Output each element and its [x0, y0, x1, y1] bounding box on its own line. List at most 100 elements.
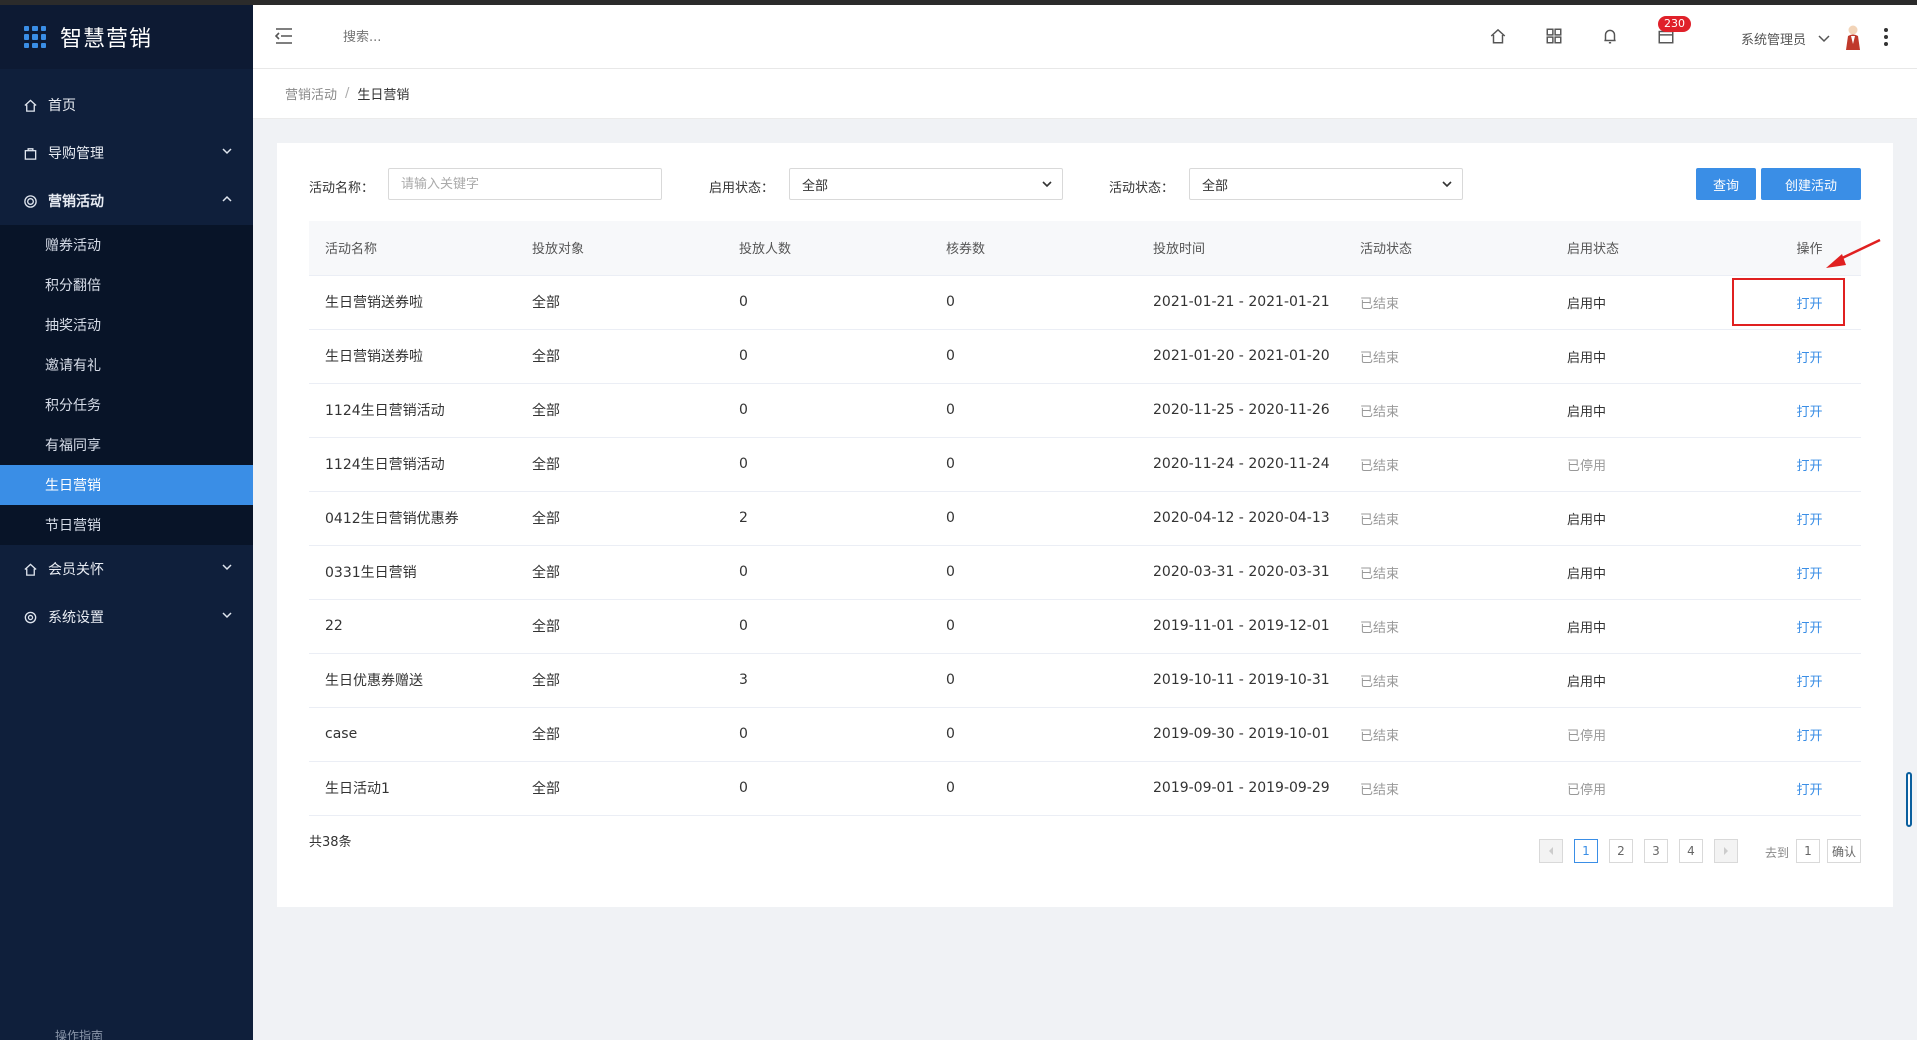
cell-verified: 0	[930, 275, 1137, 330]
create-activity-button[interactable]: 创建活动	[1761, 168, 1861, 200]
page-button[interactable]: 3	[1644, 839, 1668, 863]
cell-action: 打开	[1758, 761, 1861, 816]
sidebar-item-member-care[interactable]: 会员关怀	[0, 545, 253, 593]
page-button[interactable]: 4	[1679, 839, 1703, 863]
cell-action: 打开	[1758, 653, 1861, 708]
cell-verified: 0	[930, 437, 1137, 492]
avatar[interactable]	[1843, 24, 1863, 50]
sidebar-subitem[interactable]: 节日营销	[0, 505, 253, 545]
cell-status: 已结束	[1344, 275, 1551, 330]
activity-status-select[interactable]: 全部	[1189, 168, 1463, 200]
target-icon	[22, 193, 38, 209]
goto-confirm-button[interactable]: 确认	[1827, 839, 1861, 863]
menu-fold-icon[interactable]	[274, 27, 295, 49]
open-link[interactable]: 打开	[1796, 729, 1822, 744]
cell-action: 打开	[1758, 545, 1861, 600]
sidebar-subitem[interactable]: 积分翻倍	[0, 265, 253, 305]
cell-name: 生日优惠券赠送	[309, 653, 516, 708]
cell-enabled: 启用中	[1551, 653, 1758, 708]
sidebar-subitem[interactable]: 赠券活动	[0, 225, 253, 265]
sidebar-subitem[interactable]: 邀请有礼	[0, 345, 253, 385]
sidebar-item-settings[interactable]: 系统设置	[0, 593, 253, 641]
open-link[interactable]: 打开	[1796, 621, 1822, 636]
cell-name: 0331生日营销	[309, 545, 516, 600]
prev-page-button[interactable]	[1539, 839, 1563, 863]
cell-name: 1124生日营销活动	[309, 383, 516, 438]
cell-enabled: 启用中	[1551, 599, 1758, 654]
chevron-down-icon	[221, 561, 233, 577]
brand[interactable]: 智慧营销	[0, 5, 253, 69]
scrollbar-thumb[interactable]	[1906, 772, 1912, 827]
cell-target: 全部	[516, 437, 723, 492]
query-button[interactable]: 查询	[1696, 168, 1756, 200]
grid-logo-icon	[24, 26, 46, 48]
open-link[interactable]: 打开	[1796, 351, 1822, 366]
filter-label: 活动状态：	[1109, 181, 1175, 196]
table-header-row: 活动名称 投放对象 投放人数 核券数 投放时间 活动状态 启用状态 操作	[309, 221, 1861, 276]
page-button[interactable]: 2	[1609, 839, 1633, 863]
table-row: 生日优惠券赠送 全部 3 0 2019-10-11 - 2019-10-31 已结束 启用中…	[309, 653, 1861, 708]
sidebar: 智慧营销 首页 导购管理 营销活动 赠券活动 积分翻倍 抽奖活动 邀请有礼 积分…	[0, 5, 253, 1040]
next-page-button[interactable]	[1714, 839, 1738, 863]
cell-action: 打开	[1758, 383, 1861, 438]
cell-name: 生日营销送券啦	[309, 329, 516, 384]
cell-enabled: 启用中	[1551, 383, 1758, 438]
open-link[interactable]: 打开	[1796, 675, 1822, 690]
chevron-up-icon	[221, 193, 233, 209]
table-row: 0331生日营销 全部 0 0 2020-03-31 - 2020-03-31 已结束 启用…	[309, 545, 1861, 600]
table-row: 生日营销送券啦 全部 0 0 2021-01-21 - 2021-01-21 已结束 启用中…	[309, 275, 1861, 330]
sidebar-item-guide[interactable]: 导购管理	[0, 129, 253, 177]
sidebar-item-label: 系统设置	[48, 610, 104, 626]
cell-enabled: 启用中	[1551, 545, 1758, 600]
cell-verified: 0	[930, 707, 1137, 762]
goto-page-input[interactable]: 1	[1796, 839, 1820, 863]
cell-target: 全部	[516, 491, 723, 546]
chevron-down-icon[interactable]	[1818, 32, 1830, 48]
bell-icon[interactable]	[1601, 27, 1621, 47]
open-link[interactable]: 打开	[1796, 513, 1822, 528]
activity-name-input[interactable]	[388, 168, 662, 200]
column-header: 投放时间	[1137, 221, 1344, 276]
cell-verified: 0	[930, 653, 1137, 708]
breadcrumb-separator: /	[345, 86, 350, 101]
sidebar-item-marketing[interactable]: 营销活动	[0, 177, 253, 225]
enable-status-select[interactable]: 全部	[789, 168, 1063, 200]
sidebar-subitem[interactable]: 抽奖活动	[0, 305, 253, 345]
cell-action: 打开	[1758, 599, 1861, 654]
sidebar-subitem[interactable]: 有福同享	[0, 425, 253, 465]
chevron-down-icon	[1042, 177, 1052, 192]
cell-action: 打开	[1758, 491, 1861, 546]
apps-grid-icon[interactable]	[1545, 27, 1565, 47]
cell-time: 2020-11-24 - 2020-11-24	[1137, 437, 1344, 492]
filter-label: 活动名称：	[309, 181, 375, 196]
cell-verified: 0	[930, 599, 1137, 654]
sidebar-item-label: 首页	[48, 98, 76, 114]
cell-name: 0412生日营销优惠券	[309, 491, 516, 546]
home-icon[interactable]	[1489, 27, 1509, 47]
cell-status: 已结束	[1344, 761, 1551, 816]
sidebar-item-home[interactable]: 首页	[0, 81, 253, 129]
column-header: 活动状态	[1344, 221, 1551, 276]
sidebar-item-label: 会员关怀	[48, 562, 104, 578]
sidebar-subitem-active[interactable]: 生日营销	[0, 465, 253, 505]
help-link[interactable]: 操作指南	[55, 1027, 103, 1040]
breadcrumb-parent[interactable]: 营销活动	[285, 84, 337, 103]
chevron-left-icon	[1549, 847, 1553, 855]
open-link[interactable]: 打开	[1796, 405, 1822, 420]
sidebar-subitem[interactable]: 积分任务	[0, 385, 253, 425]
open-link[interactable]: 打开	[1796, 459, 1822, 474]
more-vertical-icon[interactable]	[1883, 27, 1889, 47]
open-link[interactable]: 打开	[1796, 567, 1822, 582]
bag-icon	[22, 145, 38, 161]
cell-count: 0	[723, 707, 930, 762]
cell-count: 0	[723, 545, 930, 600]
home-icon	[22, 97, 38, 113]
search-input[interactable]	[343, 25, 563, 49]
page-button[interactable]: 1	[1574, 839, 1598, 863]
cell-enabled: 已停用	[1551, 437, 1758, 492]
marketing-submenu: 赠券活动 积分翻倍 抽奖活动 邀请有礼 积分任务 有福同享 生日营销 节日营销	[0, 225, 253, 545]
cell-name: 22	[309, 599, 516, 654]
username[interactable]: 系统管理员	[1741, 29, 1806, 48]
open-link[interactable]: 打开	[1796, 783, 1822, 798]
cell-enabled: 启用中	[1551, 491, 1758, 546]
